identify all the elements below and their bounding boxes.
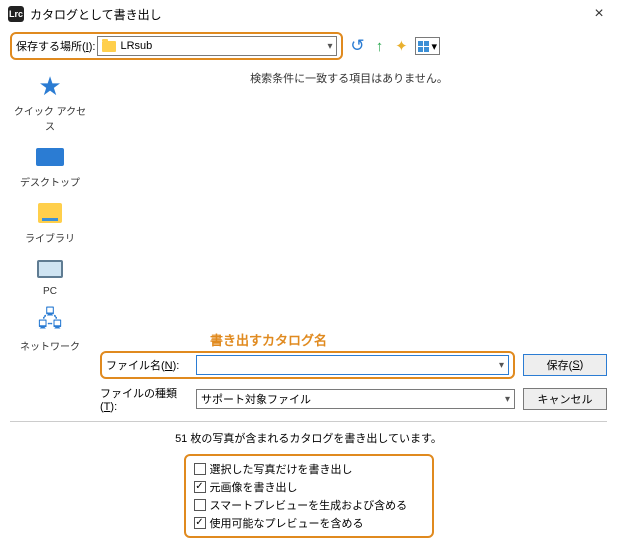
desktop-icon bbox=[36, 148, 64, 166]
filename-highlight: ファイル名(N): ▾ bbox=[100, 351, 515, 379]
file-explorer: ★ クイック アクセス デスクトップ ライブラリ PC 🖧 ネットワーク 検索条… bbox=[10, 66, 607, 326]
sidebar-item-label: PC bbox=[34, 286, 66, 297]
empty-message: 検索条件に一致する項目はありません。 bbox=[91, 66, 607, 86]
option-include-available-previews[interactable]: 使用可能なプレビューを含める bbox=[194, 514, 424, 532]
option-label: 元画像を書き出し bbox=[210, 479, 298, 495]
location-highlight: 保存する場所(I): LRsub ▾ bbox=[10, 32, 343, 60]
close-icon[interactable]: × bbox=[589, 5, 609, 23]
star-icon: ★ bbox=[38, 71, 61, 102]
up-icon[interactable]: ↑ bbox=[371, 38, 387, 54]
option-build-smart-previews[interactable]: スマートプレビューを生成および含める bbox=[194, 496, 424, 514]
view-menu-button[interactable]: ▾ bbox=[415, 37, 440, 55]
option-label: 選択した写真だけを書き出し bbox=[210, 461, 353, 477]
sidebar-item-label: クイック アクセス bbox=[10, 103, 90, 133]
annotation-label: 書き出すカタログ名 bbox=[210, 330, 607, 349]
option-export-originals[interactable]: 元画像を書き出し bbox=[194, 478, 424, 496]
title-bar: Lrc カタログとして書き出し × bbox=[0, 0, 617, 28]
filetype-dropdown[interactable]: サポート対象ファイル ▾ bbox=[196, 389, 515, 409]
location-label: 保存する場所(I): bbox=[16, 38, 95, 54]
chevron-down-icon: ▾ bbox=[499, 360, 504, 371]
export-options-highlight: 選択した写真だけを書き出し 元画像を書き出し スマートプレビューを生成および含め… bbox=[184, 454, 434, 538]
save-button[interactable]: 保存(S) bbox=[523, 354, 607, 376]
option-export-selected-only[interactable]: 選択した写真だけを書き出し bbox=[194, 460, 424, 478]
file-list-area[interactable]: 検索条件に一致する項目はありません。 bbox=[90, 66, 607, 326]
filename-input[interactable]: ▾ bbox=[196, 355, 509, 375]
cancel-button[interactable]: キャンセル bbox=[523, 388, 607, 410]
new-folder-icon[interactable]: ✦ bbox=[393, 38, 409, 54]
filename-label: ファイル名(N): bbox=[106, 357, 188, 373]
sidebar-item-label: ネットワーク bbox=[20, 338, 80, 353]
checkbox-icon[interactable] bbox=[194, 463, 206, 475]
sidebar-item-libraries[interactable]: ライブラリ bbox=[25, 199, 75, 245]
app-icon: Lrc bbox=[8, 6, 24, 22]
pc-icon bbox=[37, 260, 63, 278]
filetype-label: ファイルの種類(T): bbox=[100, 385, 188, 413]
location-folder-name: LRsub bbox=[120, 40, 323, 52]
chevron-down-icon: ▾ bbox=[327, 41, 332, 52]
chevron-down-icon: ▾ bbox=[431, 40, 437, 53]
back-icon[interactable]: ↺ bbox=[349, 38, 365, 54]
filetype-value: サポート対象ファイル bbox=[201, 391, 505, 407]
sidebar-item-quick-access[interactable]: ★ クイック アクセス bbox=[10, 72, 90, 133]
places-sidebar: ★ クイック アクセス デスクトップ ライブラリ PC 🖧 ネットワーク bbox=[10, 66, 90, 326]
sidebar-item-label: ライブラリ bbox=[25, 230, 75, 245]
folder-icon bbox=[102, 41, 116, 52]
checkbox-icon[interactable] bbox=[194, 499, 206, 511]
divider bbox=[10, 421, 607, 422]
sidebar-item-desktop[interactable]: デスクトップ bbox=[20, 143, 80, 189]
nav-icons: ↺ ↑ ✦ ▾ bbox=[349, 37, 440, 55]
network-icon: 🖧 bbox=[38, 302, 63, 340]
option-label: 使用可能なプレビューを含める bbox=[210, 515, 364, 531]
checkbox-icon[interactable] bbox=[194, 517, 206, 529]
checkbox-icon[interactable] bbox=[194, 481, 206, 493]
option-label: スマートプレビューを生成および含める bbox=[210, 497, 408, 513]
filetype-row: ファイルの種類(T): サポート対象ファイル ▾ キャンセル bbox=[100, 385, 607, 413]
sidebar-item-label: デスクトップ bbox=[20, 174, 80, 189]
view-grid-icon bbox=[418, 41, 429, 52]
sidebar-item-network[interactable]: 🖧 ネットワーク bbox=[20, 307, 80, 353]
libraries-icon bbox=[38, 203, 62, 223]
summary-text: 51 枚の写真が含まれるカタログを書き出しています。 bbox=[10, 430, 607, 446]
location-dropdown[interactable]: LRsub ▾ bbox=[97, 36, 337, 56]
chevron-down-icon: ▾ bbox=[505, 394, 510, 405]
filename-row: ファイル名(N): ▾ 保存(S) bbox=[100, 351, 607, 379]
location-row: 保存する場所(I): LRsub ▾ ↺ ↑ ✦ ▾ bbox=[10, 32, 607, 60]
window-title: カタログとして書き出し bbox=[30, 6, 589, 23]
sidebar-item-pc[interactable]: PC bbox=[34, 255, 66, 297]
